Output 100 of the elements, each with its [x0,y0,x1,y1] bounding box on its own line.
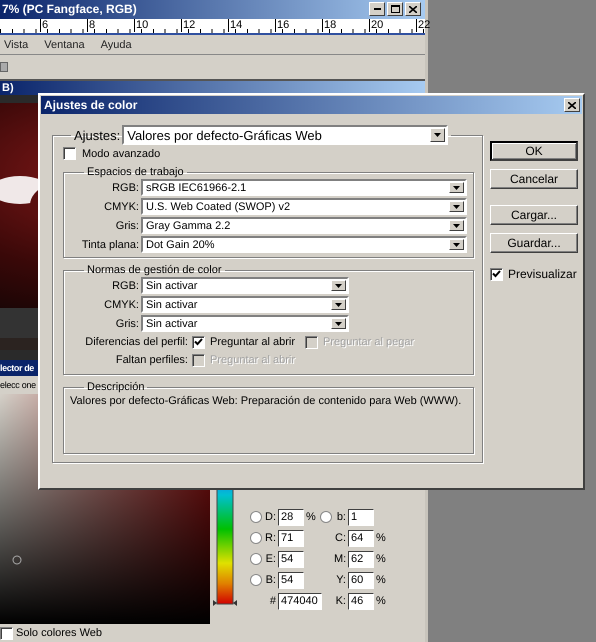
dropdown[interactable]: U.S. Web Coated (SWOP) v2 [141,198,467,215]
checkbox[interactable] [63,147,76,160]
value-field[interactable]: 28 [278,508,304,526]
field-label: D: [264,511,276,523]
description-text: Valores por defecto-Gráficas Web: Preparación de contenido para Web (WWW). [70,395,462,407]
ruler-label: 12 [181,18,228,32]
dropdown[interactable]: Gray Gamma 2.2 [141,217,467,234]
field-label: Gris: [114,318,139,330]
maximize-icon [390,5,400,14]
unit-label: % [376,553,386,565]
dialog-button[interactable]: Cancelar [490,169,578,189]
caret-icon [335,322,342,326]
slider-thumb[interactable] [213,600,237,606]
menu-item[interactable]: Ayuda [100,38,132,51]
tool-button[interactable] [0,62,8,72]
close-button[interactable] [564,98,580,112]
caret-icon [453,204,460,208]
value-field[interactable]: 46 [348,592,374,610]
field-label: R: [264,532,276,544]
ruler-label: 6 [40,18,87,32]
close-button[interactable] [405,2,421,16]
field-label: Faltan perfiles: [114,354,188,366]
caret-icon [453,186,460,190]
field-label: RGB: [111,280,139,292]
unit-label: % [376,595,386,607]
value-field[interactable]: 1 [348,508,374,526]
field-label: RGB: [111,182,139,194]
checkbox[interactable] [192,336,205,348]
dialog-button[interactable]: OK [490,141,578,161]
ruler-label: 16 [275,18,322,32]
field-label: E: [264,553,276,565]
panel-subtitle: elecc one [0,380,36,390]
radio-button[interactable] [250,553,262,565]
radio-button[interactable] [250,511,262,523]
minimize-icon [374,8,380,10]
value-field[interactable]: 71 [278,530,304,546]
ruler-label: 20 [369,18,416,32]
radio-button[interactable] [250,574,262,586]
dialog-button[interactable]: Guardar... [490,233,578,253]
caret-icon [453,224,460,228]
field-label: Diferencias del perfil: [84,336,188,348]
radio-button[interactable] [320,511,332,523]
checkbox-label: Modo avanzado [82,148,160,160]
close-icon [568,102,576,108]
panel-title: lector de [0,363,34,373]
dropdown[interactable]: Dot Gain 20% [141,236,467,253]
minimize-button[interactable] [369,2,385,16]
ruler-label: 14 [228,18,275,32]
check-icon [194,338,203,346]
settings-label: Ajustes: [74,128,120,142]
group-title: Espacios de trabajo [87,166,184,178]
value-field[interactable]: 64 [348,530,374,546]
ruler-label: 10 [134,18,181,32]
ruler-label: 8 [87,18,134,32]
caret-icon [434,133,442,137]
checkbox-label: Previsualizar [508,267,577,281]
menu-item[interactable]: Ventana [44,38,85,51]
settings-dropdown[interactable]: Valores por defecto-Gráficas Web [122,125,448,145]
menu-item[interactable]: Vista [4,38,28,51]
field-label: C: [334,532,346,544]
value-field[interactable]: 474040 [278,592,322,610]
window-title: 7% (PC Fangface, RGB) [2,2,137,16]
field-label: Gris: [114,220,139,232]
dropdown[interactable]: Sin activar [141,296,349,313]
value-field[interactable]: 54 [278,550,304,568]
field-label: CMYK: [103,298,139,310]
maximize-button[interactable] [387,2,403,16]
field-label: K: [334,595,346,607]
field-label: M: [334,553,346,565]
dialog-title: Ajustes de color [44,98,138,112]
field-label: Tinta plana: [80,238,139,250]
checkbox-label: Solo colores Web [16,627,102,639]
checkbox-label: Preguntar al abrir [210,336,295,348]
unit-label: % [376,532,386,544]
dropdown[interactable]: Sin activar [141,315,349,332]
checkbox[interactable] [0,626,13,640]
caret-icon [335,284,342,288]
close-icon [409,6,417,13]
field-label: # [268,595,276,607]
field-label: CMYK: [103,200,139,212]
check-icon [492,270,501,278]
document-title: B) [2,82,14,94]
dialog-button[interactable]: Cargar... [490,205,578,225]
unit-label: % [306,511,316,523]
ruler-label: 22 [416,18,463,32]
caret-icon [453,242,460,246]
field-label: b: [336,511,346,523]
group-title: Normas de gestión de color [87,264,222,276]
group-title: Descripción [87,381,144,393]
ruler-label: 18 [322,18,369,32]
dropdown[interactable]: sRGB IEC61966-2.1 [141,179,467,196]
radio-button[interactable] [250,532,262,544]
field-label: Y: [335,574,346,586]
field-label: B: [264,574,276,586]
dropdown[interactable]: Sin activar [141,277,349,294]
value-field[interactable]: 54 [278,572,304,588]
value-field[interactable]: 62 [348,550,374,568]
checkbox[interactable] [490,268,503,280]
value-field[interactable]: 60 [348,572,374,588]
unit-label: % [376,574,386,586]
